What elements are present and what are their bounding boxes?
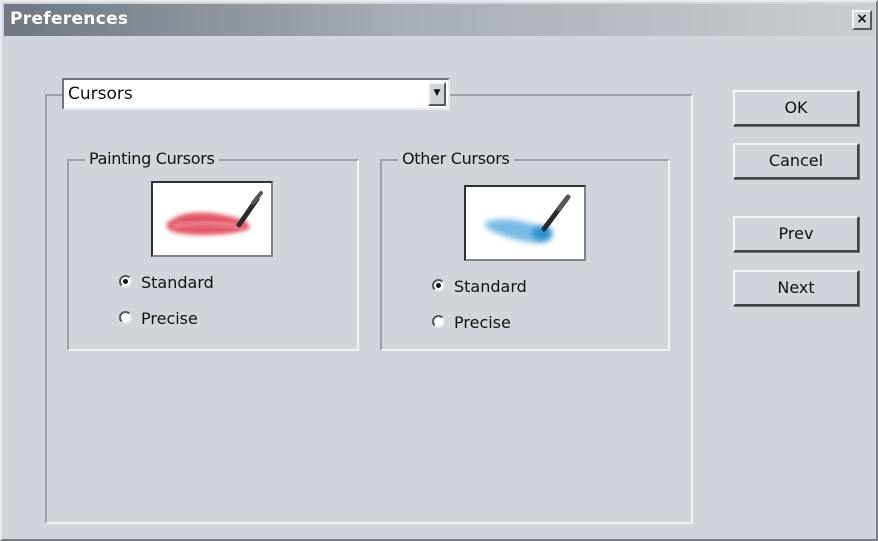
category-select[interactable]: Cursors ▼	[62, 78, 450, 110]
other-cursors-legend: Other Cursors	[398, 149, 514, 168]
other-precise-label: Precise	[454, 313, 511, 332]
chevron-down-icon[interactable]: ▼	[428, 82, 446, 106]
painting-cursors-legend: Painting Cursors	[85, 149, 219, 168]
red-brush-stroke-icon	[166, 191, 263, 236]
title-bar[interactable]: Preferences ×	[4, 4, 874, 36]
ok-button[interactable]: OK	[733, 90, 859, 126]
painting-standard-radio[interactable]	[119, 275, 132, 288]
cancel-button[interactable]: Cancel	[733, 143, 859, 179]
preferences-dialog: Preferences × Cursors ▼ Painting Cursors	[0, 0, 878, 541]
other-cursor-preview	[464, 185, 586, 261]
other-standard-label: Standard	[454, 277, 527, 296]
painting-precise-radio[interactable]	[119, 311, 132, 324]
category-select-value: Cursors	[68, 84, 133, 104]
window-title: Preferences	[10, 9, 129, 29]
blue-eyedropper-icon	[484, 194, 571, 243]
painting-cursors-group: Painting Cursors Standard Precise	[67, 149, 359, 351]
painting-standard-label: Standard	[141, 273, 214, 292]
prev-button[interactable]: Prev	[733, 216, 859, 252]
other-standard-radio[interactable]	[432, 279, 445, 292]
painting-cursor-preview	[151, 181, 273, 257]
painting-precise-label: Precise	[141, 309, 198, 328]
close-button[interactable]: ×	[852, 10, 872, 30]
other-cursors-group: Other Cursors Standard Precise	[380, 149, 670, 351]
next-button[interactable]: Next	[733, 270, 859, 306]
other-precise-radio[interactable]	[432, 315, 445, 328]
